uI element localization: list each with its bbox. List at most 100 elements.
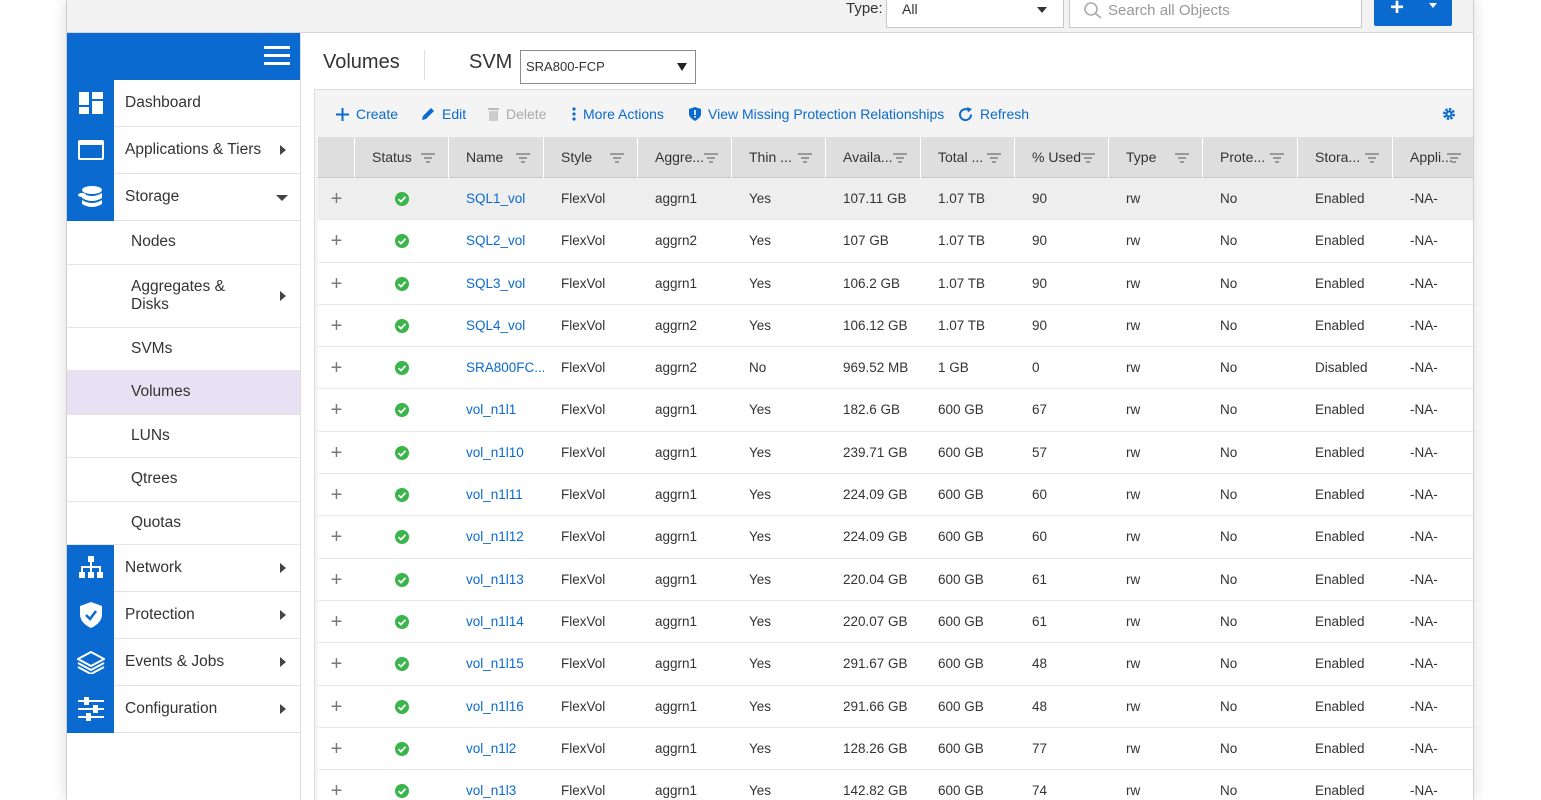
- filter-icon[interactable]: [610, 153, 624, 163]
- volume-name-link[interactable]: vol_n1l15: [466, 656, 524, 671]
- volume-name-cell[interactable]: vol_n1l11: [449, 474, 544, 516]
- volume-name-link[interactable]: vol_n1l1: [466, 402, 516, 417]
- column-header[interactable]: Prote...: [1203, 137, 1298, 178]
- expand-row-icon[interactable]: +: [318, 432, 355, 474]
- column-header[interactable]: Appli...: [1393, 137, 1473, 178]
- table-row[interactable]: + SQL2_vol FlexVol aggrn2 Yes 107 GB 1.07 TB 90…: [318, 220, 1473, 263]
- expand-row-icon[interactable]: +: [318, 601, 355, 643]
- filter-icon[interactable]: [1175, 153, 1189, 163]
- volume-name-link[interactable]: vol_n1l16: [466, 699, 524, 714]
- table-row[interactable]: + vol_n1l15 FlexVol aggrn1 Yes 291.67 GB 600 G…: [318, 643, 1473, 686]
- volume-name-link[interactable]: SQL4_vol: [466, 318, 525, 333]
- volume-name-cell[interactable]: vol_n1l3: [449, 770, 544, 800]
- column-header[interactable]: % Used: [1015, 137, 1109, 178]
- sidebar-subitem-aggregates[interactable]: Aggregates & Disks: [67, 265, 300, 328]
- volume-name-cell[interactable]: vol_n1l15: [449, 643, 544, 685]
- volume-name-link[interactable]: SQL3_vol: [466, 276, 525, 291]
- table-row[interactable]: + vol_n1l12 FlexVol aggrn1 Yes 224.09 GB 600 G…: [318, 516, 1473, 559]
- filter-icon[interactable]: [1270, 153, 1284, 163]
- sidebar-subitem-quotas[interactable]: Quotas: [67, 502, 300, 545]
- volume-name-link[interactable]: vol_n1l3: [466, 783, 516, 798]
- hamburger-menu-icon[interactable]: [264, 46, 290, 66]
- column-header[interactable]: Aggre...: [638, 137, 732, 178]
- sidebar-item-configuration[interactable]: Configuration: [67, 685, 300, 733]
- volume-name-link[interactable]: vol_n1l12: [466, 529, 524, 544]
- volume-name-cell[interactable]: SQL4_vol: [449, 305, 544, 347]
- table-row[interactable]: + vol_n1l10 FlexVol aggrn1 Yes 239.71 GB 600 G…: [318, 431, 1473, 475]
- volume-name-cell[interactable]: vol_n1l2: [449, 728, 544, 770]
- filter-icon[interactable]: [704, 153, 718, 163]
- table-row[interactable]: + vol_n1l16 FlexVol aggrn1 Yes 291.66 GB 600 G…: [318, 685, 1473, 728]
- filter-icon[interactable]: [421, 153, 435, 163]
- sidebar-item-dashboard[interactable]: Dashboard: [67, 79, 300, 127]
- expand-row-icon[interactable]: +: [318, 474, 355, 516]
- table-row[interactable]: + SQL3_vol FlexVol aggrn1 Yes 106.2 GB 1.07 TB…: [318, 262, 1473, 305]
- volume-name-link[interactable]: SRA800FC...: [466, 360, 544, 375]
- volume-name-link[interactable]: vol_n1l11: [466, 487, 523, 502]
- edit-button[interactable]: Edit: [421, 106, 466, 122]
- table-row[interactable]: + vol_n1l11 FlexVol aggrn1 Yes 224.09 GB 600 G…: [318, 474, 1473, 517]
- column-header[interactable]: Availa...: [826, 137, 921, 178]
- expand-row-icon[interactable]: +: [318, 728, 355, 770]
- type-select[interactable]: All: [886, 0, 1064, 28]
- column-header[interactable]: Status: [355, 137, 449, 178]
- volume-name-link[interactable]: vol_n1l14: [466, 614, 524, 629]
- sidebar-item-events-jobs[interactable]: Events & Jobs: [67, 638, 300, 686]
- expand-row-icon[interactable]: +: [318, 559, 355, 601]
- expand-row-icon[interactable]: +: [318, 305, 355, 347]
- refresh-button[interactable]: Refresh: [958, 106, 1029, 122]
- delete-button[interactable]: Delete: [488, 106, 546, 122]
- volume-name-cell[interactable]: SQL3_vol: [449, 263, 544, 305]
- create-button[interactable]: Create: [336, 106, 398, 122]
- filter-icon[interactable]: [987, 153, 1001, 163]
- volume-name-cell[interactable]: SQL1_vol: [449, 178, 544, 220]
- filter-icon[interactable]: [1081, 153, 1095, 163]
- volume-name-cell[interactable]: SRA800FC...: [449, 347, 544, 389]
- table-row[interactable]: + SRA800FC... FlexVol aggrn2 No 969.52 MB 1 GB…: [318, 347, 1473, 390]
- expand-row-icon[interactable]: +: [318, 516, 355, 558]
- expand-row-icon[interactable]: +: [318, 643, 355, 685]
- expand-row-icon[interactable]: +: [318, 220, 355, 262]
- expand-row-icon[interactable]: +: [318, 347, 355, 389]
- volume-name-cell[interactable]: SQL2_vol: [449, 220, 544, 262]
- sidebar-subitem-qtrees[interactable]: Qtrees: [67, 458, 300, 502]
- volume-name-link[interactable]: SQL1_vol: [466, 191, 525, 206]
- expand-row-icon[interactable]: +: [318, 389, 355, 431]
- filter-icon[interactable]: [893, 153, 907, 163]
- filter-icon[interactable]: [1365, 153, 1379, 163]
- view-missing-protection-button[interactable]: View Missing Protection Relationships: [689, 106, 944, 122]
- sidebar-item-storage[interactable]: Storage: [67, 173, 300, 221]
- column-header[interactable]: Style: [544, 137, 638, 178]
- filter-icon[interactable]: [1447, 153, 1461, 163]
- volume-name-link[interactable]: vol_n1l10: [466, 445, 524, 460]
- column-header[interactable]: Type: [1109, 137, 1203, 178]
- volume-name-link[interactable]: SQL2_vol: [466, 233, 525, 248]
- sidebar-subitem-nodes[interactable]: Nodes: [67, 221, 300, 265]
- table-row[interactable]: + vol_n1l3 FlexVol aggrn1 Yes 142.82 GB 600 GB…: [318, 770, 1473, 800]
- column-header[interactable]: Name: [449, 137, 544, 178]
- volume-name-link[interactable]: vol_n1l2: [466, 741, 516, 756]
- add-button[interactable]: +: [1374, 0, 1452, 26]
- table-row[interactable]: + SQL1_vol FlexVol aggrn1 Yes 107.11 GB 1.07 T…: [318, 178, 1473, 221]
- column-header[interactable]: Total ...: [921, 137, 1015, 178]
- volume-name-cell[interactable]: vol_n1l10: [449, 432, 544, 474]
- expand-row-icon[interactable]: +: [318, 178, 355, 220]
- volume-name-cell[interactable]: vol_n1l12: [449, 516, 544, 558]
- table-row[interactable]: + vol_n1l14 FlexVol aggrn1 Yes 220.07 GB 600 G…: [318, 600, 1473, 644]
- svm-select[interactable]: SRA800-FCP: [520, 50, 696, 84]
- more-actions-button[interactable]: More Actions: [572, 106, 664, 122]
- sidebar-item-protection[interactable]: Protection: [67, 591, 300, 639]
- sidebar-item-network[interactable]: Network: [67, 544, 300, 592]
- volume-name-link[interactable]: vol_n1l13: [466, 572, 524, 587]
- sidebar-item-applications[interactable]: Applications & Tiers: [67, 126, 300, 174]
- gear-icon[interactable]: [1442, 107, 1456, 124]
- table-row[interactable]: + vol_n1l13 FlexVol aggrn1 Yes 220.04 GB 600 G…: [318, 558, 1473, 601]
- column-header[interactable]: Thin ...: [732, 137, 826, 178]
- filter-icon[interactable]: [798, 153, 812, 163]
- table-row[interactable]: + SQL4_vol FlexVol aggrn2 Yes 106.12 GB 1.07 T…: [318, 304, 1473, 348]
- expand-row-icon[interactable]: +: [318, 770, 355, 800]
- search-box[interactable]: [1069, 0, 1362, 28]
- sidebar-subitem-volumes[interactable]: Volumes: [67, 371, 300, 415]
- column-header[interactable]: Stora...: [1298, 137, 1393, 178]
- search-input[interactable]: [1108, 0, 1348, 21]
